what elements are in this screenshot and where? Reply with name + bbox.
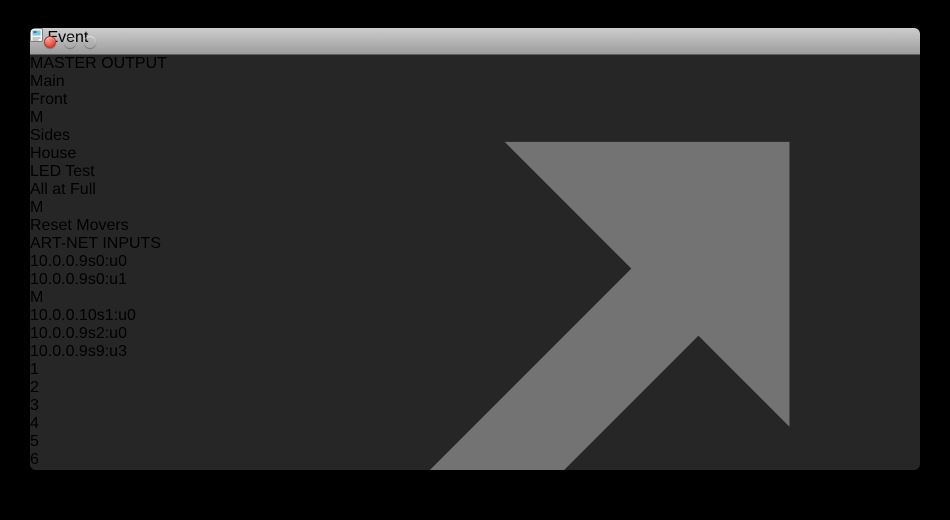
desktop-background: Event MASTER OUTPUT MainFrontMSidesHouse… — [0, 0, 950, 520]
zoom-button[interactable] — [84, 36, 96, 48]
window-title-group: Event — [30, 28, 920, 47]
close-button[interactable] — [44, 36, 56, 48]
fullscreen-icon[interactable] — [30, 47, 920, 470]
title-bar[interactable]: Event — [30, 28, 920, 55]
minimize-button[interactable] — [64, 36, 76, 48]
traffic-lights — [44, 36, 96, 48]
app-window: Event MASTER OUTPUT MainFrontMSidesHouse… — [30, 28, 920, 470]
document-icon — [30, 28, 43, 42]
